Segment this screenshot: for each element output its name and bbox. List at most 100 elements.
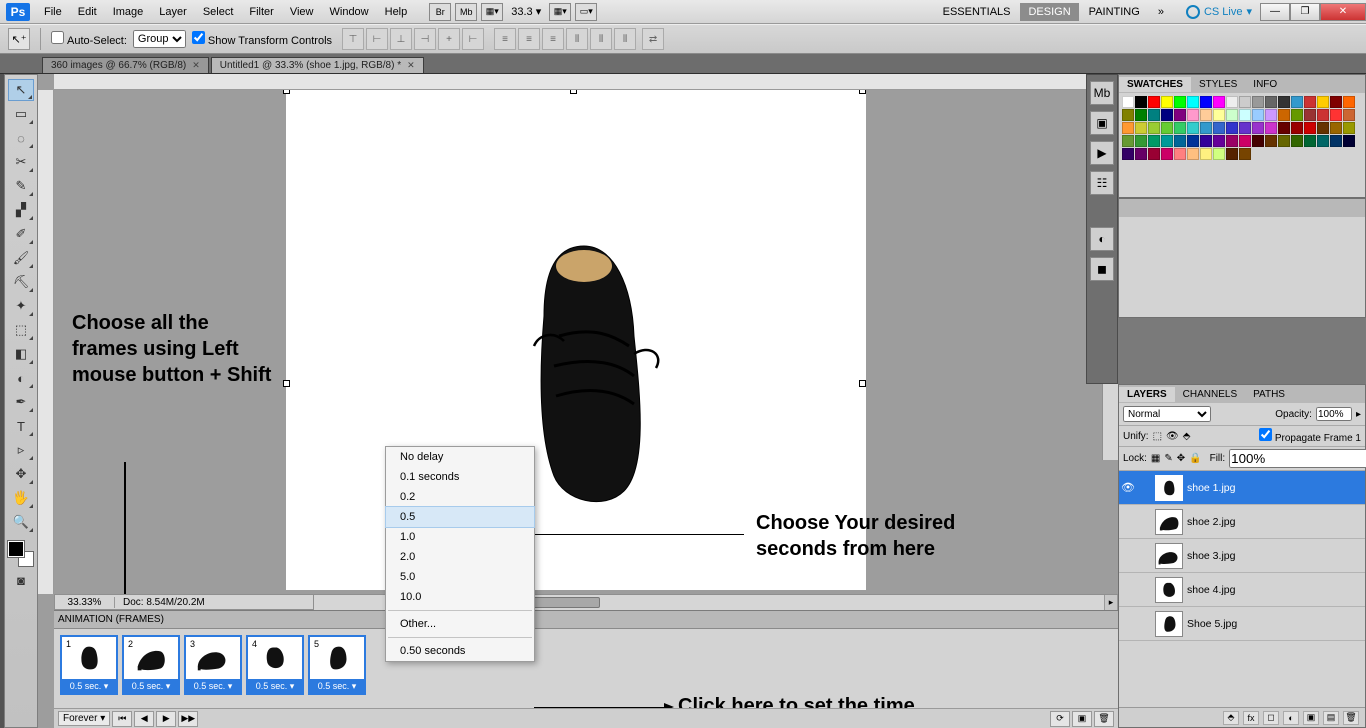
align-right-icon[interactable]: ⊢: [462, 28, 484, 50]
maximize-button[interactable]: ❐: [1290, 3, 1320, 21]
swatch[interactable]: [1343, 122, 1355, 134]
swatch[interactable]: [1252, 135, 1264, 147]
tween-button[interactable]: ⟳: [1050, 711, 1070, 727]
swatch[interactable]: [1265, 122, 1277, 134]
propagate-frame-checkbox[interactable]: Propagate Frame 1: [1259, 428, 1361, 444]
tool-button-17[interactable]: 🖐: [8, 487, 34, 509]
auto-select-checkbox[interactable]: Auto-Select:: [51, 31, 127, 47]
play-button[interactable]: ▶: [156, 711, 176, 727]
layer-row[interactable]: shoe 2.jpg: [1119, 505, 1365, 539]
scrollbar-thumb[interactable]: [530, 597, 600, 608]
swatch[interactable]: [1122, 135, 1134, 147]
tool-button-18[interactable]: 🔍: [8, 511, 34, 533]
swatch[interactable]: [1187, 96, 1199, 108]
unify-visibility-icon[interactable]: 👁: [1166, 431, 1179, 442]
delay-other[interactable]: Other...: [386, 614, 534, 634]
opacity-input[interactable]: [1316, 407, 1352, 421]
swatch[interactable]: [1122, 148, 1134, 160]
tool-button-11[interactable]: ◧: [8, 343, 34, 365]
opacity-flyout-icon[interactable]: ▸: [1356, 409, 1361, 420]
workspace-design[interactable]: DESIGN: [1020, 3, 1078, 21]
workspace-more[interactable]: »: [1150, 3, 1172, 21]
document-viewport[interactable]: ✛ Choose all the frames using Left mouse…: [54, 90, 1118, 594]
menu-select[interactable]: Select: [195, 6, 242, 18]
dist-top-icon[interactable]: ≡: [494, 28, 516, 50]
swatch[interactable]: [1291, 135, 1303, 147]
delay-option[interactable]: 0.2: [386, 487, 534, 507]
swatch[interactable]: [1122, 122, 1134, 134]
frame-time[interactable]: 0.5 sec. ▾: [124, 679, 178, 693]
animation-frame[interactable]: 50.5 sec. ▾: [308, 635, 366, 695]
swatch[interactable]: [1317, 96, 1329, 108]
align-bottom-icon[interactable]: ⊥: [390, 28, 412, 50]
workspace-essentials[interactable]: ESSENTIALS: [935, 3, 1019, 21]
delay-option[interactable]: 1.0: [386, 527, 534, 547]
layer-thumbnail[interactable]: [1155, 611, 1183, 637]
swatch[interactable]: [1278, 96, 1290, 108]
delay-option[interactable]: 10.0: [386, 587, 534, 607]
menu-window[interactable]: Window: [322, 6, 377, 18]
swatch[interactable]: [1122, 109, 1134, 121]
dock-actions-icon[interactable]: ▶: [1090, 141, 1114, 165]
first-frame-button[interactable]: ⏮: [112, 711, 132, 727]
dock-minibridge-icon[interactable]: Mb: [1090, 81, 1114, 105]
swatch[interactable]: [1304, 122, 1316, 134]
tool-button-15[interactable]: ▹: [8, 439, 34, 461]
tool-button-2[interactable]: ◌: [8, 127, 34, 149]
swatch[interactable]: [1148, 135, 1160, 147]
swatch[interactable]: [1304, 109, 1316, 121]
tool-button-9[interactable]: ✦: [8, 295, 34, 317]
show-transform-checkbox[interactable]: Show Transform Controls: [192, 31, 332, 47]
tab-channels[interactable]: CHANNELS: [1175, 387, 1245, 402]
swatch[interactable]: [1278, 135, 1290, 147]
prev-frame-button[interactable]: ◀: [134, 711, 154, 727]
dock-history-icon[interactable]: ▣: [1090, 111, 1114, 135]
layer-row[interactable]: shoe 3.jpg: [1119, 539, 1365, 573]
swatch[interactable]: [1330, 135, 1342, 147]
auto-select-mode[interactable]: Group: [133, 30, 186, 48]
menu-filter[interactable]: Filter: [241, 6, 281, 18]
zoom-level[interactable]: 33.3 ▾: [511, 5, 541, 18]
swatch[interactable]: [1226, 96, 1238, 108]
swatch[interactable]: [1226, 122, 1238, 134]
ruler-vertical[interactable]: [38, 90, 54, 594]
tool-button-4[interactable]: ✎: [8, 175, 34, 197]
tool-button-13[interactable]: ✒: [8, 391, 34, 413]
swatch[interactable]: [1148, 109, 1160, 121]
swatch[interactable]: [1226, 135, 1238, 147]
tab-paths[interactable]: PATHS: [1245, 387, 1293, 402]
blend-mode-select[interactable]: Normal: [1123, 406, 1211, 422]
tool-button-0[interactable]: ↖: [8, 79, 34, 101]
swatch[interactable]: [1252, 122, 1264, 134]
menu-file[interactable]: File: [36, 6, 70, 18]
layer-style-icon[interactable]: fx: [1243, 711, 1259, 725]
swatch[interactable]: [1135, 109, 1147, 121]
swatch[interactable]: [1330, 122, 1342, 134]
new-frame-button[interactable]: ▣: [1072, 711, 1092, 727]
tool-button-6[interactable]: ✐: [8, 223, 34, 245]
swatch[interactable]: [1239, 109, 1251, 121]
dock-properties-icon[interactable]: ☷: [1090, 171, 1114, 195]
delay-option[interactable]: 0.5: [385, 506, 535, 528]
transform-handle[interactable]: [570, 90, 577, 94]
swatch[interactable]: [1187, 122, 1199, 134]
swatch[interactable]: [1200, 96, 1212, 108]
dist-vcenter-icon[interactable]: ≡: [518, 28, 540, 50]
delay-current[interactable]: 0.50 seconds: [386, 641, 534, 661]
tool-button-16[interactable]: ✥: [8, 463, 34, 485]
next-frame-button[interactable]: ▶▶: [178, 711, 198, 727]
group-icon[interactable]: ▣: [1303, 711, 1319, 725]
swatch[interactable]: [1135, 148, 1147, 160]
tool-button-5[interactable]: ▞: [8, 199, 34, 221]
doc-tab-1[interactable]: Untitled1 @ 33.3% (shoe 1.jpg, RGB/8) *✕: [211, 57, 424, 73]
layer-thumbnail[interactable]: [1155, 543, 1183, 569]
layer-thumbnail[interactable]: [1155, 509, 1183, 535]
transform-handle[interactable]: [859, 380, 866, 387]
swatch[interactable]: [1278, 122, 1290, 134]
swatch[interactable]: [1200, 109, 1212, 121]
swatch[interactable]: [1213, 109, 1225, 121]
link-layers-icon[interactable]: ⬘: [1223, 711, 1239, 725]
layer-row[interactable]: shoe 4.jpg: [1119, 573, 1365, 607]
swatch[interactable]: [1317, 135, 1329, 147]
swatch[interactable]: [1174, 109, 1186, 121]
